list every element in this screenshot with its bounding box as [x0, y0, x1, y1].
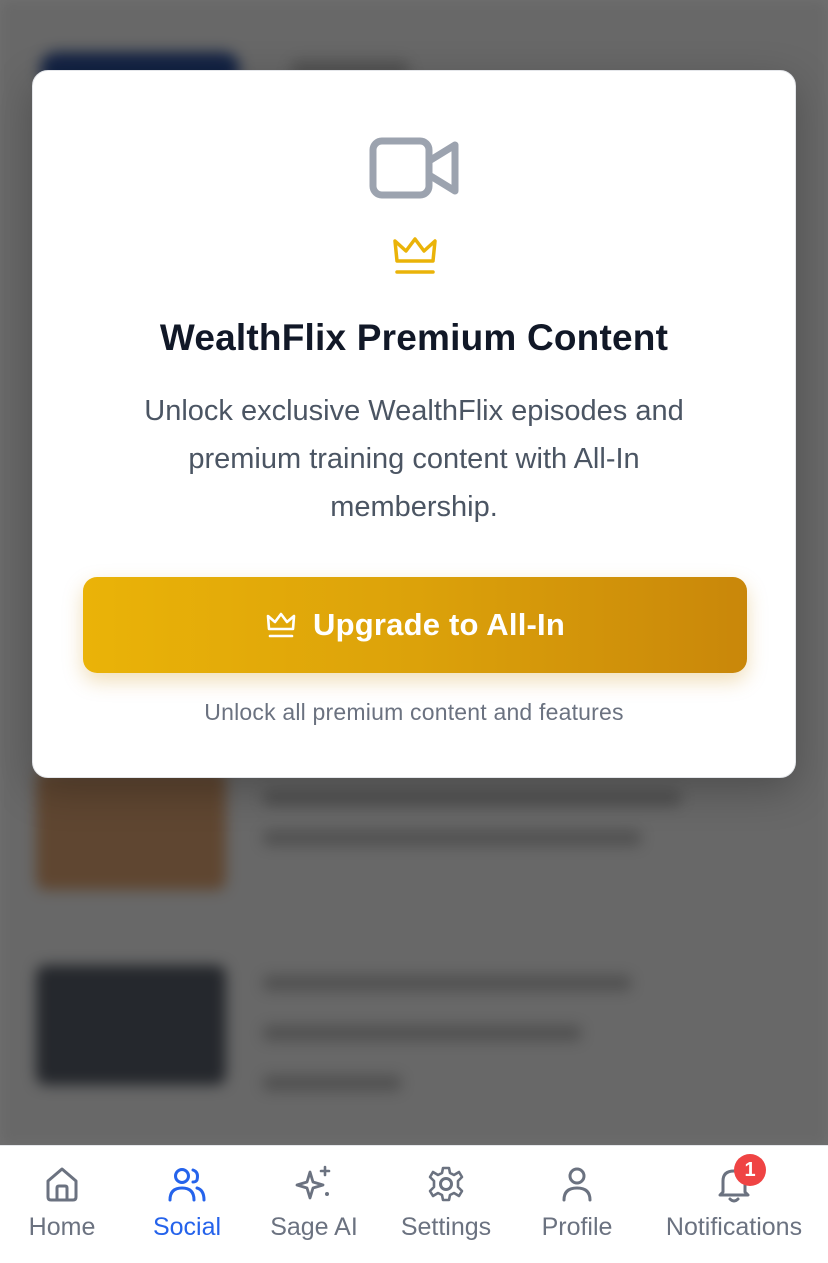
- upgrade-button[interactable]: Upgrade to All-In: [83, 577, 747, 673]
- app-screen: WealthFlix Premium Content Unlock exclus…: [0, 0, 828, 1263]
- crown-icon: [266, 612, 296, 638]
- user-icon: [562, 1167, 592, 1202]
- nav-label-social: Social: [152, 1213, 222, 1241]
- users-icon: [168, 1168, 206, 1202]
- bottom-nav: Home Social Sage AI Settings Profile 1 N…: [0, 1145, 828, 1263]
- nav-label-settings: Settings: [400, 1213, 492, 1241]
- nav-item-home[interactable]: Home: [6, 1146, 118, 1263]
- premium-content-modal: WealthFlix Premium Content Unlock exclus…: [32, 70, 796, 778]
- nav-item-profile[interactable]: Profile: [528, 1146, 626, 1263]
- nav-label-profile: Profile: [541, 1213, 613, 1241]
- nav-label-notifications: Notifications: [665, 1213, 803, 1241]
- nav-item-notifications[interactable]: 1 Notifications: [652, 1146, 816, 1263]
- home-icon: [46, 1167, 78, 1202]
- nav-label-sage-ai: Sage AI: [270, 1213, 358, 1241]
- crown-icon: [393, 237, 437, 274]
- nav-item-social[interactable]: Social: [136, 1146, 238, 1263]
- nav-item-sage-ai[interactable]: Sage AI: [260, 1146, 368, 1263]
- modal-note: Unlock all premium content and features: [204, 699, 624, 725]
- sparkles-icon: [295, 1165, 331, 1200]
- notification-badge: 1: [734, 1154, 766, 1186]
- nav-item-settings[interactable]: Settings: [390, 1146, 502, 1263]
- nav-label-home: Home: [28, 1213, 96, 1241]
- upgrade-button-label: Upgrade to All-In: [313, 607, 565, 642]
- video-camera-icon: [369, 137, 459, 199]
- gear-icon: [428, 1166, 464, 1202]
- modal-description: Unlock exclusive WealthFlix episodes and…: [144, 395, 684, 523]
- modal-title: WealthFlix Premium Content: [159, 317, 669, 358]
